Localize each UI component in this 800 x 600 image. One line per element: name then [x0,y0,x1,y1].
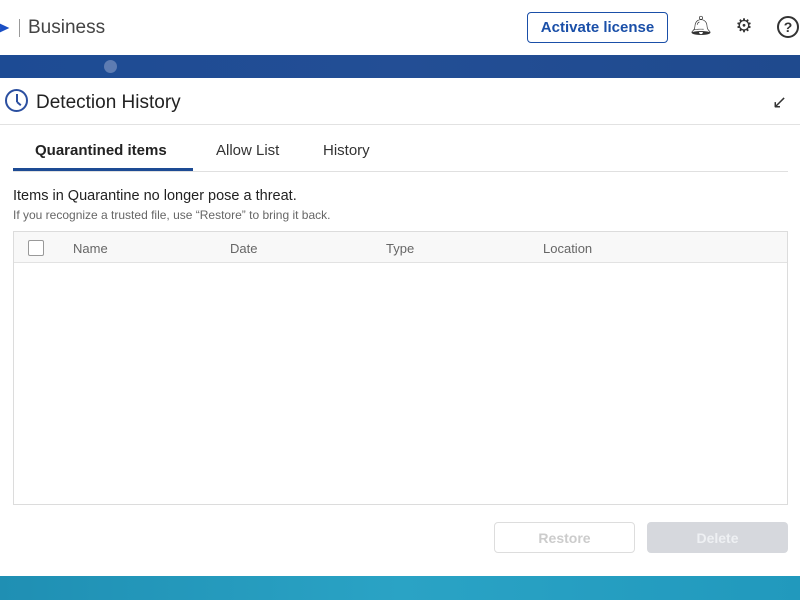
activate-license-button[interactable]: Activate license [527,12,668,43]
select-all-checkbox[interactable] [28,240,44,256]
column-name[interactable]: Name [73,241,108,256]
column-location[interactable]: Location [543,241,592,256]
active-tab-indicator [13,168,193,171]
tab-quarantined-items[interactable]: Quarantined items [35,142,167,159]
divider [19,19,20,37]
restore-hint: If you recognize a trusted file, use “Re… [13,208,331,222]
header-band [0,55,800,78]
footer-band [0,576,800,600]
column-type[interactable]: Type [386,241,414,256]
divider [0,124,800,125]
tab-allow-list[interactable]: Allow List [216,142,279,159]
column-date[interactable]: Date [230,241,257,256]
page-title: Detection History [36,92,181,113]
top-bar: ➤ Business Activate license 🔔︎ ⚙ ? [0,0,800,55]
decorative-dot [104,60,117,73]
tab-bar: Quarantined items Allow List History [13,134,788,172]
restore-button[interactable]: Restore [494,522,635,553]
gear-icon[interactable]: ⚙ [733,16,755,38]
collapse-icon[interactable]: ↙ [772,92,787,113]
tab-history[interactable]: History [323,142,370,159]
table-header: Name Date Type Location [14,232,787,263]
brand-name: Business [28,17,106,38]
quarantine-table: Name Date Type Location [13,231,788,505]
delete-button[interactable]: Delete [647,522,788,553]
help-icon[interactable]: ? [777,16,799,38]
quarantine-description: Items in Quarantine no longer pose a thr… [13,188,297,204]
clock-icon [5,89,28,112]
bell-icon[interactable]: 🔔︎ [689,16,713,38]
logo-icon: ➤ [0,20,10,37]
